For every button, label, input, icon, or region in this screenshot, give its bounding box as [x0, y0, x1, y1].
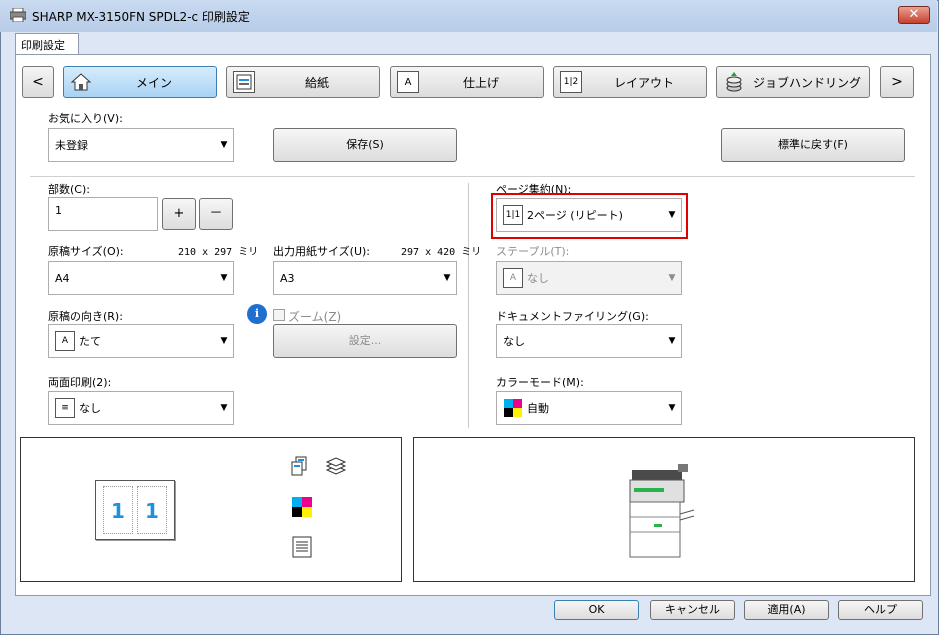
- copies-label: 部数(C):: [48, 183, 90, 196]
- tab-finishing-label: 仕上げ: [462, 75, 499, 90]
- favorites-value: 未登録: [55, 139, 88, 152]
- close-button[interactable]: ✕: [898, 6, 930, 24]
- paper-tray-icon: [233, 71, 255, 93]
- duplex-label: 両面印刷(2):: [48, 376, 112, 389]
- orientation-select[interactable]: A たて ▼: [48, 324, 234, 358]
- filing-select[interactable]: なし ▼: [496, 324, 682, 358]
- tab-job-handling-label: ジョブハンドリング: [752, 75, 861, 90]
- filing-value: なし: [503, 335, 525, 348]
- copies-plus-button[interactable]: +: [162, 198, 196, 230]
- output-size-select[interactable]: A3 ▼: [273, 261, 457, 295]
- orientation-label: 原稿の向き(R):: [48, 310, 123, 323]
- save-button[interactable]: 保存(S): [273, 128, 457, 162]
- filing-label: ドキュメントファイリング(G):: [496, 310, 649, 323]
- chevron-down-icon: ▼: [220, 140, 228, 150]
- tab-main[interactable]: メイン: [63, 66, 217, 98]
- column-divider: [468, 183, 469, 428]
- document-icon: ≡: [55, 398, 75, 418]
- preview-page-right: 1: [137, 486, 167, 534]
- chevron-down-icon: ▼: [220, 336, 228, 346]
- zoom-checkbox[interactable]: [273, 309, 285, 321]
- tab-finishing[interactable]: A 仕上げ: [390, 66, 544, 98]
- chevron-down-icon: ▼: [668, 403, 676, 413]
- favorites-label: お気に入り(V):: [48, 112, 123, 125]
- tab-print-settings[interactable]: 印刷設定: [15, 33, 79, 55]
- staple-page-icon: A: [503, 268, 523, 288]
- output-size-value: A3: [280, 271, 295, 285]
- duplex-select[interactable]: ≡ なし ▼: [48, 391, 234, 425]
- chevron-down-icon: ▼: [668, 273, 676, 283]
- zoom-label: ズーム(Z): [288, 310, 342, 324]
- duplex-value: なし: [79, 402, 101, 415]
- color-mode-preview-icon: [292, 497, 312, 517]
- ok-button[interactable]: OK: [554, 600, 639, 620]
- color-mode-value: 自動: [527, 402, 549, 415]
- tab-paper-label: 給紙: [304, 75, 329, 90]
- tab-main-label: メイン: [135, 75, 172, 90]
- color-mode-select[interactable]: 自動 ▼: [496, 391, 682, 425]
- copies-input[interactable]: 1: [48, 197, 158, 231]
- nav-next-button[interactable]: >: [880, 66, 914, 98]
- printer-illustration-icon: [626, 462, 698, 560]
- original-size-label: 原稿サイズ(O):: [48, 245, 124, 258]
- layout-icon: 1|2: [560, 71, 582, 93]
- chevron-down-icon: ▼: [443, 273, 451, 283]
- preview-page-left: 1: [103, 486, 133, 534]
- job-handling-icon: [723, 71, 745, 93]
- tab-job-handling[interactable]: ジョブハンドリング: [716, 66, 870, 98]
- portrait-page-icon: A: [55, 331, 75, 351]
- color-mode-label: カラーモード(M):: [496, 376, 584, 389]
- tab-layout[interactable]: 1|2 レイアウト: [553, 66, 707, 98]
- original-size-value: A4: [55, 271, 70, 285]
- staple-value: なし: [527, 272, 549, 285]
- chevron-down-icon: ▼: [668, 336, 676, 346]
- copies-stack-icon: [290, 456, 314, 478]
- zoom-settings-button[interactable]: 設定...: [273, 324, 457, 358]
- cancel-button[interactable]: キャンセル: [650, 600, 735, 620]
- copies-minus-button[interactable]: －: [199, 198, 233, 230]
- finish-icon: A: [397, 71, 419, 93]
- color-mode-icon: [503, 398, 523, 418]
- staple-label: ステープル(T):: [496, 245, 570, 258]
- tab-paper[interactable]: 給紙: [226, 66, 380, 98]
- chevron-down-icon: ▼: [220, 273, 228, 283]
- chevron-down-icon: ▼: [220, 403, 228, 413]
- apply-button[interactable]: 適用(A): [744, 600, 829, 620]
- staple-select[interactable]: A なし ▼: [496, 261, 682, 295]
- nup-select[interactable]: 1|1 2ページ (リピート) ▼: [496, 198, 682, 232]
- nav-prev-button[interactable]: <: [22, 66, 54, 98]
- document-preview-icon: [292, 536, 312, 558]
- reset-defaults-button[interactable]: 標準に戻す(F): [721, 128, 905, 162]
- printer-icon: [9, 7, 27, 23]
- two-up-page-icon: 1|1: [503, 205, 523, 225]
- nup-value: 2ページ (リピート): [527, 209, 623, 222]
- output-size-label: 出力用紙サイズ(U):: [273, 245, 371, 258]
- paper-stack-icon: [325, 456, 347, 478]
- chevron-down-icon: ▼: [668, 210, 676, 220]
- section-divider: [30, 176, 915, 177]
- help-button[interactable]: ヘルプ: [838, 600, 923, 620]
- output-size-dims: 297 x 420 ミリ: [401, 247, 482, 258]
- tab-layout-label: レイアウト: [613, 75, 674, 90]
- orientation-value: たて: [79, 335, 101, 348]
- original-size-dims: 210 x 297 ミリ: [178, 247, 259, 258]
- info-icon[interactable]: i: [247, 304, 267, 324]
- original-size-select[interactable]: A4 ▼: [48, 261, 234, 295]
- home-icon: [70, 71, 92, 93]
- favorites-select[interactable]: 未登録 ▼: [48, 128, 234, 162]
- window-title: SHARP MX-3150FN SPDL2-c 印刷設定: [32, 10, 250, 24]
